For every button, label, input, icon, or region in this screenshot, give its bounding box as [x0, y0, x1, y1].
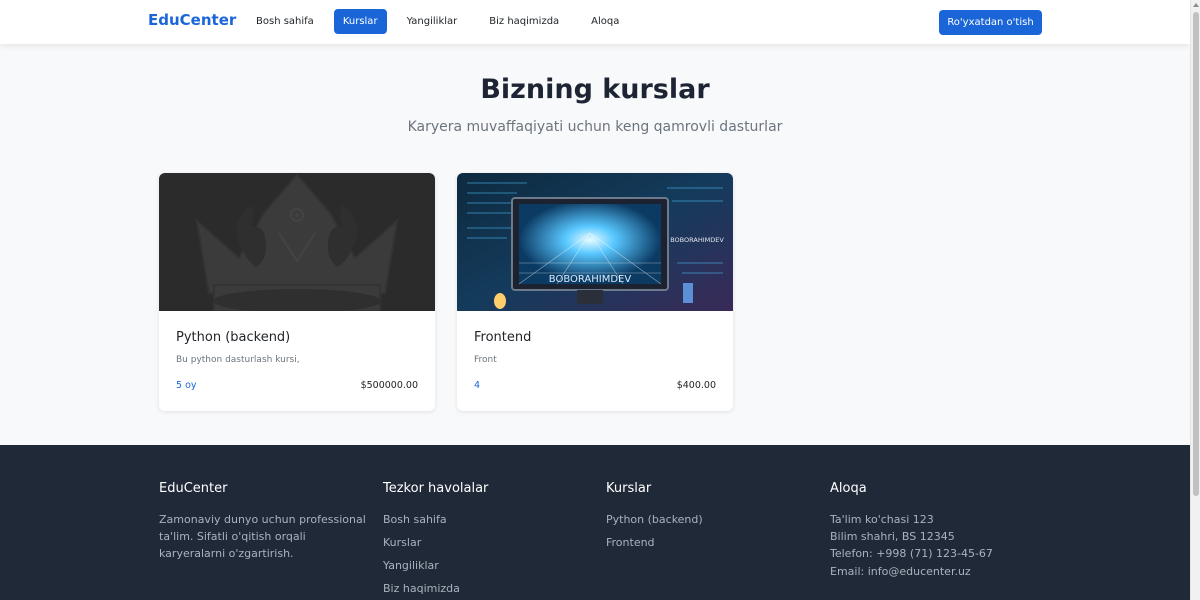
page-scrollbar[interactable]	[1190, 0, 1200, 600]
course-title[interactable]: Frontend	[474, 330, 531, 345]
course-card-python[interactable]: Python (backend) Bu python dasturlash ku…	[159, 173, 435, 411]
frontend-image-side-label: BOBORAHIMDEV	[670, 236, 724, 244]
course-duration: 5 oy	[176, 380, 197, 391]
footer-courses: Kurslar Python (backend) Frontend	[606, 481, 703, 557]
site-footer: EduCenter Zamonaviy dunyo uchun professi…	[0, 445, 1190, 600]
footer-course-link-python[interactable]: Python (backend)	[606, 511, 703, 528]
footer-courses-heading: Kurslar	[606, 481, 652, 496]
nav-link-courses[interactable]: Kurslar	[333, 9, 387, 34]
scroll-up-arrow-icon[interactable]	[1193, 3, 1199, 7]
course-price: $500000.00	[360, 380, 418, 391]
top-navbar: EduCenter Bosh sahifa Kurslar Yangilikla…	[0, 0, 1190, 44]
footer-link-home[interactable]: Bosh sahifa	[383, 511, 488, 528]
footer-contact: Aloqa Ta'lim ko'chasi 123 Bilim shahri, …	[830, 481, 993, 580]
course-price: $400.00	[676, 380, 716, 391]
nav-link-contact[interactable]: Aloqa	[579, 9, 631, 34]
footer-about-text: Zamonaviy dunyo uchun professional ta'li…	[159, 513, 366, 560]
footer-about-heading: EduCenter	[159, 481, 228, 496]
footer-contact-heading: Aloqa	[830, 481, 867, 496]
footer-course-link-frontend[interactable]: Frontend	[606, 534, 703, 551]
footer-link-news[interactable]: Yangiliklar	[383, 557, 488, 574]
crown-logo-image	[159, 173, 435, 311]
contact-email: Email: info@educenter.uz	[830, 564, 971, 578]
course-card-frontend[interactable]: BOBORAHIMDEV BOBORAHIMDEV Frontend Front…	[457, 173, 733, 411]
course-title[interactable]: Python (backend)	[176, 330, 290, 345]
page-subtitle: Karyera muvaffaqiyati uchun keng qamrovl…	[407, 119, 783, 135]
page-title: Bizning kurslar	[480, 74, 710, 105]
brand-logo[interactable]: EduCenter	[148, 11, 236, 29]
frontend-image-watermark: BOBORAHIMDEV	[549, 274, 632, 285]
nav-link-home[interactable]: Bosh sahifa	[244, 9, 326, 34]
footer-quick-links-heading: Tezkor havolalar	[383, 481, 489, 496]
nav-links: Bosh sahifa Kurslar Yangiliklar Biz haqi…	[244, 9, 631, 34]
course-description: Bu python dasturlash kursi,	[176, 355, 300, 365]
course-duration: 4	[474, 380, 481, 391]
course-description: Front	[474, 355, 497, 365]
tech-computer-image: BOBORAHIMDEV BOBORAHIMDEV	[457, 173, 733, 311]
nav-link-about[interactable]: Biz haqimizda	[477, 9, 571, 34]
contact-city: Bilim shahri, BS 12345	[830, 530, 955, 544]
nav-link-news[interactable]: Yangiliklar	[395, 9, 470, 34]
contact-address: Ta'lim ko'chasi 123	[830, 513, 934, 526]
footer-link-about[interactable]: Biz haqimizda	[383, 580, 488, 597]
footer-link-courses[interactable]: Kurslar	[383, 534, 488, 551]
scrollbar-thumb[interactable]	[1193, 12, 1199, 496]
register-button[interactable]: Ro'yxatdan o'tish	[939, 10, 1042, 35]
footer-about: EduCenter Zamonaviy dunyo uchun professi…	[159, 481, 369, 562]
contact-phone: Telefon: +998 (71) 123-45-67	[830, 547, 993, 561]
footer-quick-links: Tezkor havolalar Bosh sahifa Kurslar Yan…	[383, 481, 488, 600]
